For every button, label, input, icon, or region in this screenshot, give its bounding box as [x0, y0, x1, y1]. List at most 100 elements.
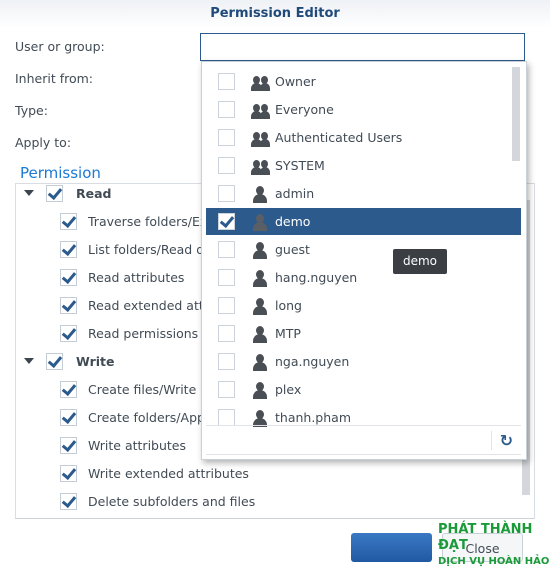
item-label: admin [275, 186, 315, 201]
permission-item[interactable]: Read extended att [60, 291, 204, 319]
permission-group-read[interactable]: Read [24, 179, 112, 207]
permission-label: Traverse folders/Ex [88, 213, 208, 229]
type-label: Type: [15, 103, 48, 118]
checkbox[interactable] [60, 212, 77, 230]
checkbox[interactable] [218, 73, 235, 90]
permission-item[interactable]: List folders/Read d [60, 235, 204, 263]
dropdown-item[interactable]: nga.nguyen [206, 348, 521, 375]
permission-item[interactable]: Read attributes [60, 263, 184, 291]
dialog-title: Permission Editor [210, 6, 340, 21]
checkbox[interactable] [218, 409, 235, 426]
permission-item[interactable]: Delete subfolders and files [60, 487, 255, 515]
dropdown-footer: ↻ [206, 425, 521, 455]
checkbox[interactable] [218, 353, 235, 370]
permission-item[interactable]: Write extended attributes [60, 459, 249, 487]
user-icon [251, 185, 269, 203]
checkbox[interactable] [46, 352, 63, 370]
dropdown-scrollbar[interactable] [512, 67, 520, 161]
checkbox[interactable] [60, 492, 77, 510]
permission-group-write[interactable]: Write [24, 347, 114, 375]
item-label: plex [275, 382, 302, 397]
checkbox[interactable] [60, 464, 77, 482]
user-icon [251, 269, 269, 287]
group-label: Write [76, 353, 115, 369]
checkbox[interactable] [218, 213, 235, 230]
checkbox[interactable] [46, 184, 63, 202]
checkbox[interactable] [218, 297, 235, 314]
permission-item[interactable]: Create folders/App [60, 403, 205, 431]
checkbox[interactable] [218, 185, 235, 202]
dropdown-item[interactable]: SYSTEM [206, 152, 521, 179]
item-label: thanh.pham [275, 410, 351, 425]
item-label: long [275, 298, 302, 313]
permission-label: Create folders/App [88, 409, 205, 425]
permission-label: Create files/Write d [88, 381, 209, 397]
permission-label: Delete subfolders and files [88, 493, 256, 509]
permission-item[interactable]: Create files/Write d [60, 375, 208, 403]
dropdown-item[interactable]: plex [206, 376, 521, 403]
permission-label: Write attributes [88, 437, 187, 453]
group-icon [251, 129, 270, 147]
user-icon [251, 213, 269, 231]
checkbox[interactable] [60, 268, 77, 286]
permission-label: Read attributes [88, 269, 185, 285]
permission-item[interactable]: Traverse folders/Ex [60, 207, 207, 235]
checkbox[interactable] [218, 157, 235, 174]
user-icon [251, 409, 269, 427]
dropdown-item[interactable]: admin [206, 180, 521, 207]
dropdown-item[interactable]: Everyone [206, 96, 521, 123]
dropdown-item[interactable]: Owner [206, 68, 521, 95]
inherit-label: Inherit from: [15, 71, 94, 86]
item-label: guest [275, 242, 310, 257]
checkbox[interactable] [218, 269, 235, 286]
collapse-arrow-icon[interactable] [24, 190, 34, 196]
permission-label: Read permissions [88, 325, 199, 341]
user-icon [251, 353, 269, 371]
checkbox[interactable] [60, 408, 77, 426]
tooltip: demo [393, 249, 447, 274]
permission-item[interactable]: Read permissions [60, 319, 198, 347]
user-label: User or group: [15, 39, 105, 54]
group-icon [251, 101, 270, 119]
checkbox[interactable] [218, 101, 235, 118]
item-label: MTP [275, 326, 301, 341]
user-icon [251, 381, 269, 399]
checkbox[interactable] [60, 240, 77, 258]
dropdown-item[interactable]: hang.nguyen [206, 264, 521, 291]
ok-button[interactable] [351, 533, 432, 562]
item-label: demo [275, 214, 311, 229]
checkbox[interactable] [60, 296, 77, 314]
checkbox[interactable] [60, 436, 77, 454]
checkbox[interactable] [218, 325, 235, 342]
item-label: Owner [275, 74, 316, 89]
dropdown-item[interactable]: long [206, 292, 521, 319]
user-or-group-input[interactable] [200, 33, 525, 61]
checkbox[interactable] [218, 241, 235, 258]
item-label: Everyone [275, 102, 334, 117]
checkbox[interactable] [218, 129, 235, 146]
dropdown-item[interactable]: demo [206, 208, 521, 235]
group-label: Read [76, 185, 112, 201]
checkbox[interactable] [60, 380, 77, 398]
group-icon [251, 157, 270, 175]
item-label: hang.nguyen [275, 270, 358, 285]
refresh-icon[interactable]: ↻ [490, 431, 513, 450]
apply-label: Apply to: [15, 135, 72, 150]
watermark-logo: PHÁT THÀNH ĐẠT DỊCH VỤ HOÀN HẢO [438, 522, 550, 567]
item-label: Authenticated Users [275, 130, 403, 145]
permission-item[interactable]: Write attributes [60, 431, 186, 459]
checkbox[interactable] [218, 381, 235, 398]
dropdown-item[interactable]: Authenticated Users [206, 124, 521, 151]
permission-label: Write extended attributes [88, 465, 249, 481]
user-dropdown: Owner Everyone Authenticated Users SYSTEM ad… [201, 61, 527, 460]
permission-label: Read extended att [88, 297, 204, 313]
collapse-arrow-icon[interactable] [24, 358, 34, 364]
user-icon [251, 241, 269, 259]
dropdown-item[interactable]: MTP [206, 320, 521, 347]
checkbox[interactable] [60, 324, 77, 342]
user-icon [251, 297, 269, 315]
permission-label: List folders/Read d [88, 241, 205, 257]
user-icon [251, 325, 269, 343]
dropdown-item[interactable]: guest [206, 236, 521, 263]
group-icon [251, 73, 270, 91]
